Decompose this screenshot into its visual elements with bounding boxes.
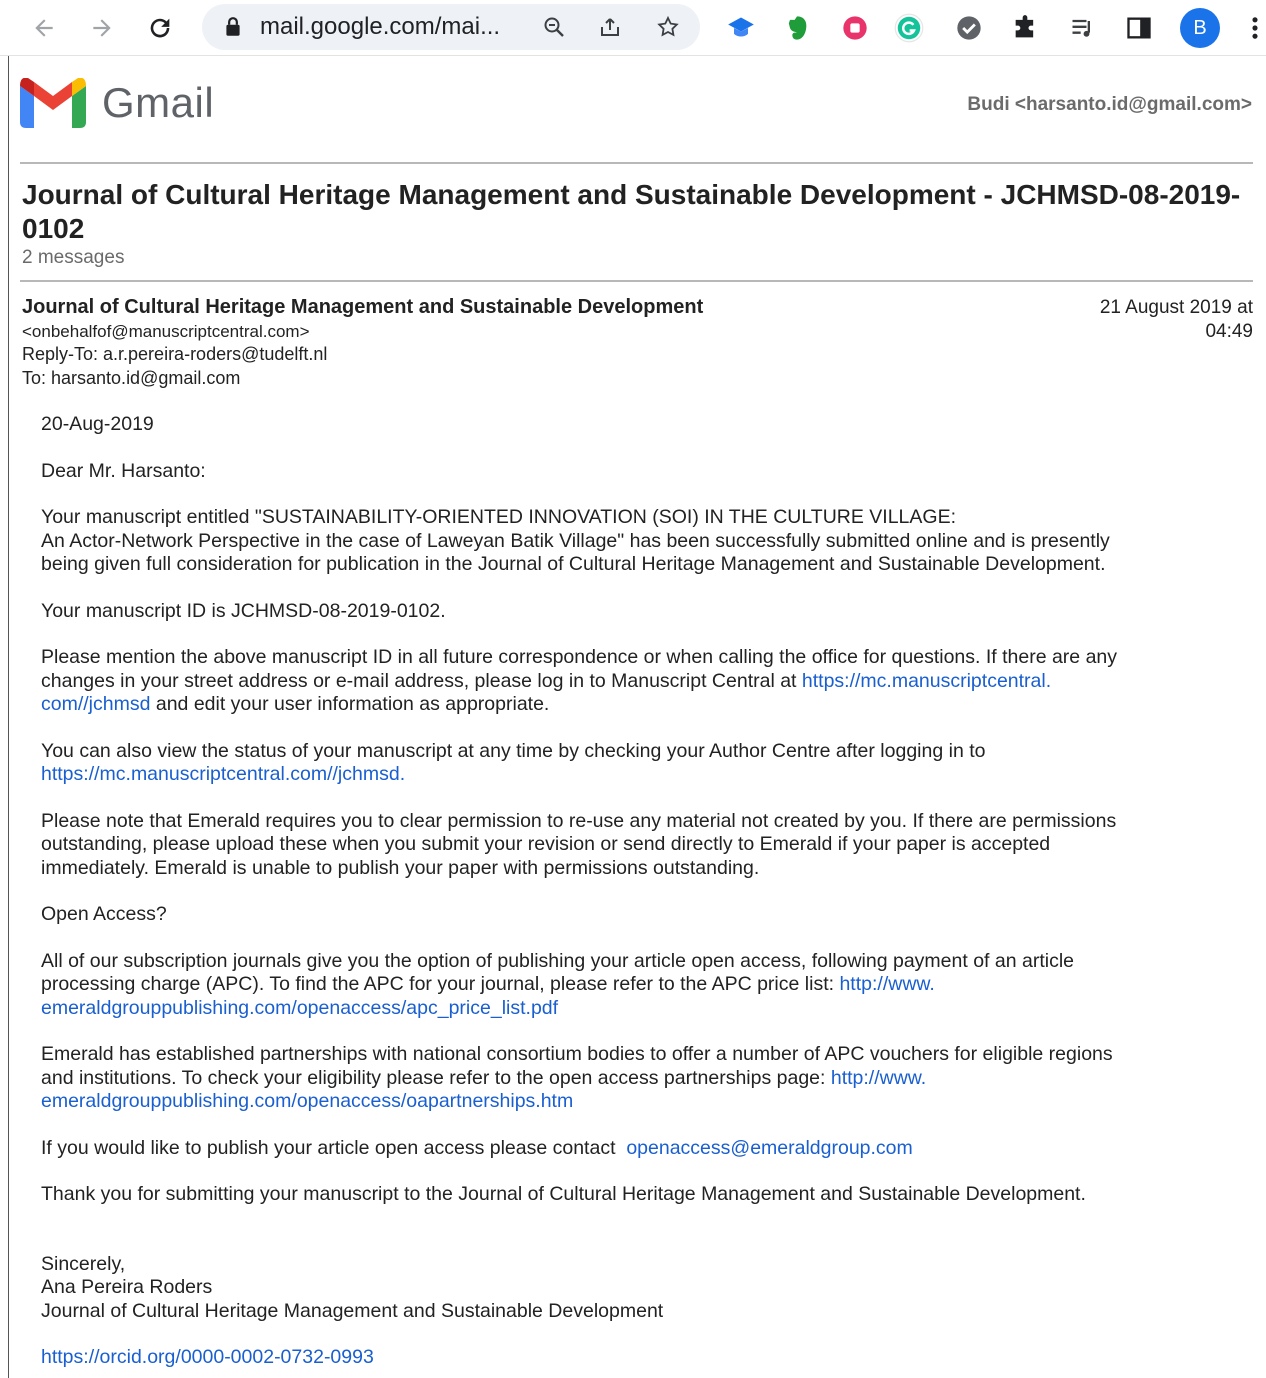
gmail-m-icon <box>20 78 86 128</box>
text-line: and institutions. To check your eligibil… <box>41 1066 831 1089</box>
openaccess-email-link[interactable]: openaccess@emeraldgroup.com <box>626 1137 912 1159</box>
text-line: being given full consideration for publi… <box>41 553 1106 575</box>
browser-toolbar: mail.google.com/mai... B <box>0 0 1266 56</box>
account-label: Budi <harsanto.id@gmail.com> <box>967 94 1252 115</box>
kebab-menu-icon[interactable] <box>1240 13 1266 43</box>
back-button[interactable] <box>24 8 64 48</box>
gmail-logo: Gmail <box>20 78 214 128</box>
profile-avatar[interactable]: B <box>1180 8 1220 48</box>
link-text: https://mc.manuscriptcentral. <box>801 669 1052 692</box>
reload-button[interactable] <box>140 8 180 48</box>
message-body: 20-Aug-2019 Dear Mr. Harsanto: Your manu… <box>41 413 1241 1370</box>
sender-name: Journal of Cultural Heritage Management … <box>22 296 704 318</box>
link-text: emeraldgrouppublishing.com/openaccess/ap… <box>41 996 559 1019</box>
author-centre-link[interactable]: https://mc.manuscriptcentral.com//jchmsd… <box>41 763 405 785</box>
text-line: and edit your user information as approp… <box>150 693 550 715</box>
reload-icon <box>150 18 170 37</box>
lock-icon <box>226 17 240 36</box>
signature: Sincerely, Ana Pereira Roders Journal of… <box>41 1253 1241 1324</box>
paragraph: Emerald has established partnerships wit… <box>41 1043 1241 1114</box>
link-text: http://www. <box>830 1066 927 1089</box>
paragraph: Please note that Emerald requires you to… <box>41 810 1241 881</box>
bookmark-star-icon[interactable] <box>656 15 680 39</box>
address-bar[interactable]: mail.google.com/mai... <box>202 4 700 50</box>
media-queue-icon[interactable] <box>1068 13 1098 43</box>
body-date: 20-Aug-2019 <box>41 413 154 435</box>
signer-name: Ana Pereira Roders <box>41 1276 213 1298</box>
arrow-left-icon <box>35 18 53 37</box>
orcid-link[interactable]: https://orcid.org/0000-0002-0732-0993 <box>41 1346 374 1368</box>
text-line: Your manuscript entitled "SUSTAINABILITY… <box>41 506 956 528</box>
link-text: emeraldgrouppublishing.com/openaccess/oa… <box>41 1090 574 1112</box>
check-circle-icon[interactable] <box>954 13 984 43</box>
share-icon[interactable] <box>598 15 622 39</box>
grammarly-icon[interactable] <box>894 13 924 43</box>
thread-subject: Journal of Cultural Heritage Management … <box>22 179 1241 244</box>
date-line: 21 August 2019 at <box>1099 297 1253 318</box>
recipient: To: harsanto.id@gmail.com <box>22 367 241 388</box>
arrow-right-icon <box>93 18 111 37</box>
gmail-wordmark: Gmail <box>102 79 215 126</box>
message-count: 2 messages <box>22 247 125 268</box>
zoom-icon[interactable] <box>542 15 566 39</box>
extensions-puzzle-icon[interactable] <box>1010 13 1040 43</box>
text-line: If you would like to publish your articl… <box>41 1136 627 1159</box>
paragraph: https://orcid.org/0000-0002-0732-0993 <box>41 1346 1241 1370</box>
text-line: All of our subscription journals give yo… <box>41 949 1074 972</box>
paragraph: If you would like to publish your articl… <box>41 1137 1241 1161</box>
divider <box>20 162 1253 164</box>
url-text: mail.google.com/mai... <box>260 13 501 40</box>
left-border <box>8 56 9 1378</box>
greeting: Dear Mr. Harsanto: <box>41 459 206 482</box>
paragraph: You can also view the status of your man… <box>41 740 1241 787</box>
text-line: Please note that Emerald requires you to… <box>41 809 1117 832</box>
link-text: http://www. <box>839 973 935 995</box>
text-line: immediately. Emerald is unable to publis… <box>41 856 760 879</box>
text-line: You can also view the status of your man… <box>41 739 986 762</box>
text-line: An Actor-Network Perspective in the case… <box>41 529 1110 552</box>
message-header: Journal of Cultural Heritage Management … <box>22 296 703 390</box>
reply-to: Reply-To: a.r.pereira-roders@tudelft.nl <box>22 344 328 364</box>
divider <box>20 280 1253 282</box>
paragraph: All of our subscription journals give yo… <box>41 950 1241 1021</box>
text-line: changes in your street address or e-mail… <box>41 669 802 692</box>
link-text: com//jchmsd <box>41 693 151 715</box>
side-panel-icon[interactable] <box>1124 13 1154 43</box>
evernote-icon[interactable] <box>782 13 812 43</box>
time-line: 04:49 <box>1205 320 1253 342</box>
text-line: processing charge (APC). To find the APC… <box>41 973 840 995</box>
thank-you: Thank you for submitting your manuscript… <box>41 1183 1086 1205</box>
forward-button[interactable] <box>82 8 122 48</box>
text-line: Sincerely, <box>41 1252 126 1275</box>
paragraph: Your manuscript entitled "SUSTAINABILITY… <box>41 506 1241 577</box>
text-line: Please mention the above manuscript ID i… <box>41 646 1118 668</box>
text-line: Emerald has established partnerships wit… <box>41 1043 1113 1065</box>
text-line: outstanding, please upload these when yo… <box>41 833 1051 855</box>
paragraph: Please mention the above manuscript ID i… <box>41 646 1241 717</box>
manuscript-id: Your manuscript ID is JCHMSD-08-2019-010… <box>41 599 446 622</box>
stop-record-icon[interactable] <box>840 13 870 43</box>
sender-email: <onbehalfof@manuscriptcentral.com> <box>22 321 310 341</box>
extension-graduation-icon[interactable] <box>726 13 756 43</box>
text-line: Journal of Cultural Heritage Management … <box>41 1299 664 1322</box>
message-date: 21 August 2019 at 04:49 <box>1100 296 1253 343</box>
open-access-heading: Open Access? <box>41 903 167 925</box>
